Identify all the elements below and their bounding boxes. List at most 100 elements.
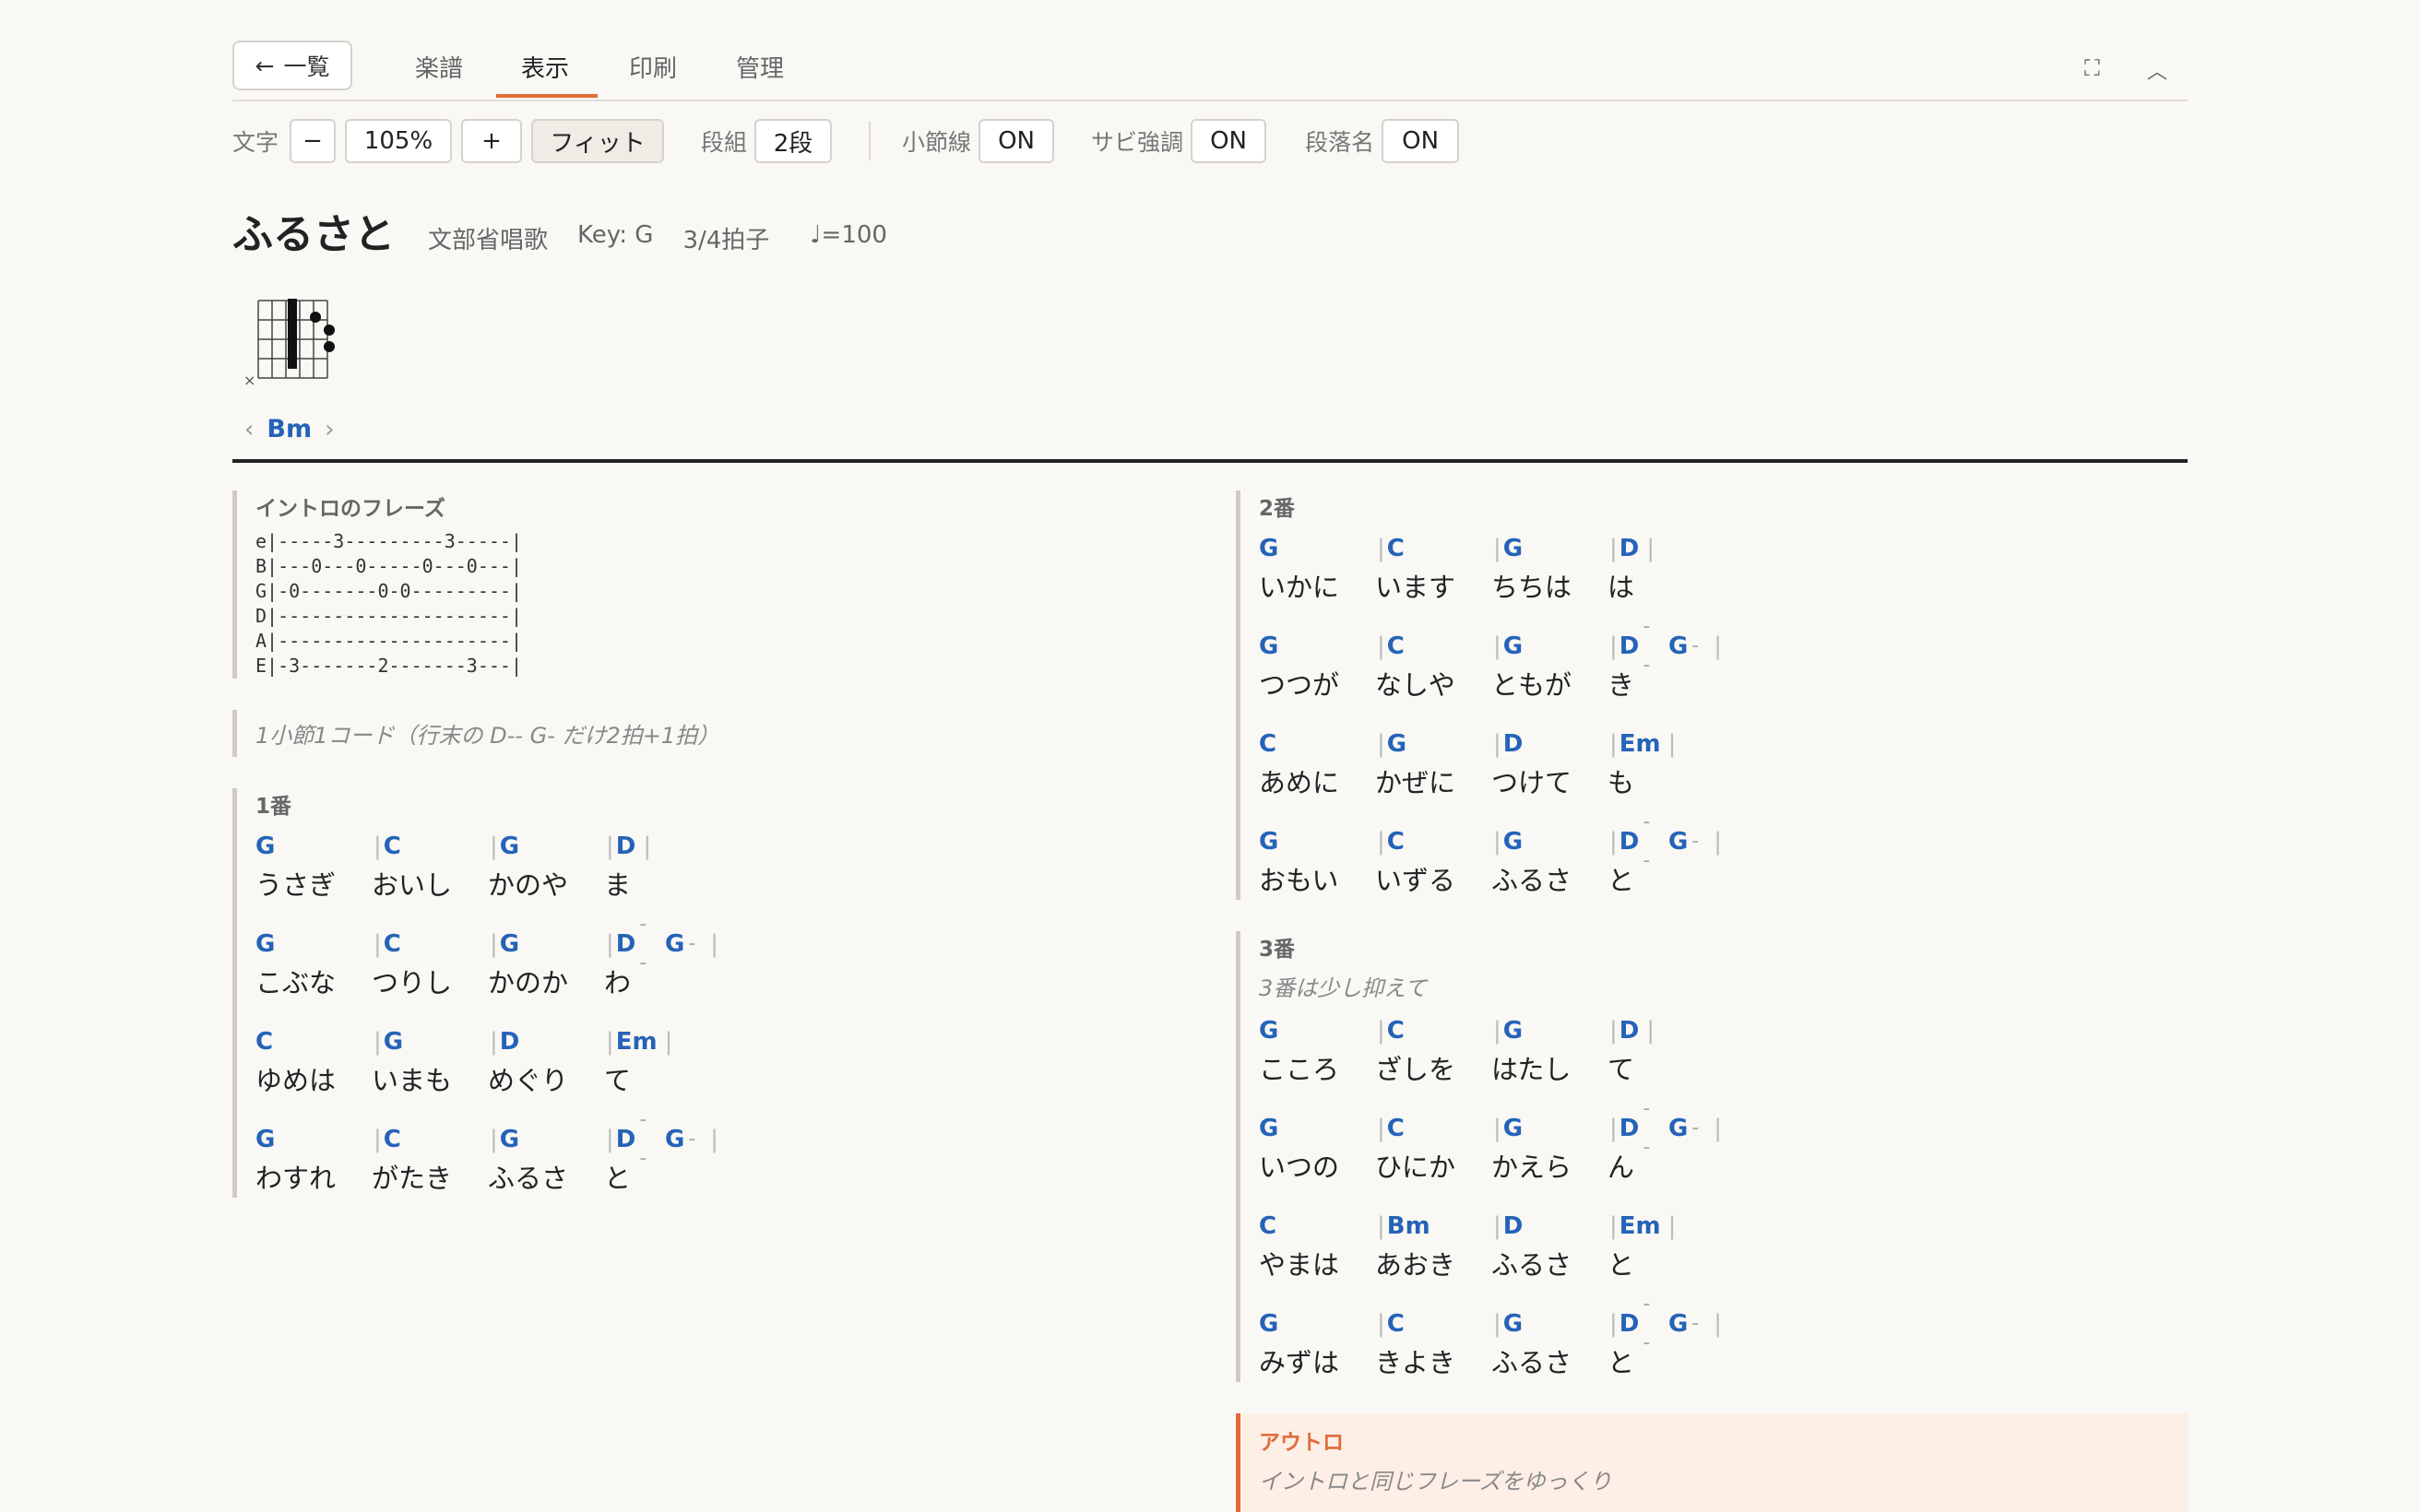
measure: | G いまも: [372, 1022, 488, 1100]
fullscreen-icon[interactable]: ⛶: [2084, 55, 2100, 81]
song-author: 文部省唱歌: [428, 227, 549, 254]
bar-line: |: [1493, 535, 1501, 562]
bar-line: |: [1667, 1212, 1677, 1240]
beat-marker: --: [1643, 810, 1651, 872]
columns-select[interactable]: 2段: [754, 119, 833, 163]
chord-name: G: [1259, 632, 1279, 660]
chord-name: C: [1386, 828, 1405, 856]
font-decrease-button[interactable]: −: [290, 119, 337, 163]
measure: C やまは: [1259, 1207, 1375, 1284]
chord-row: | D -- G - |: [1607, 1097, 1724, 1159]
chevron-up-icon[interactable]: ︿: [2147, 55, 2167, 85]
chord-row: | G: [1491, 529, 1607, 568]
chord-row: G: [1259, 1109, 1375, 1148]
beat-marker: --: [1643, 1097, 1651, 1159]
chord-row: C: [255, 1022, 372, 1061]
lyric-line: G つつが | C なしや | G ともが | D -- G - | き: [1259, 615, 2188, 704]
section-heading: アウトロ: [1259, 1431, 1344, 1455]
lyric-text: ふるさ: [1491, 1347, 1572, 1378]
lyric-line: G いかに | C います | G ちちは | D | は: [1259, 529, 2188, 607]
verse-3: 3番 3番は少し抑えて G こころ | C ざしを | G はたし | D | て G いつの | C ひにか |…: [1236, 931, 2188, 1382]
lyric-text: きよき: [1375, 1347, 1456, 1378]
chord-name: Bm: [1386, 1212, 1430, 1240]
beat-marker: -: [688, 1128, 696, 1151]
chord-name: G: [1386, 730, 1407, 758]
bar-line: |: [1609, 632, 1618, 660]
measure: | G ふるさ: [1491, 822, 1607, 900]
bar-line: |: [1377, 1310, 1385, 1338]
chord-row: | Bm: [1375, 1207, 1491, 1246]
fit-button[interactable]: フィット: [531, 119, 665, 163]
measure: G おもい: [1259, 822, 1375, 900]
right-column: 2番 G いかに | C います | G ちちは | D | は G つつが | C なしや | G ともが | D -- G…: [1236, 490, 2188, 1512]
chord-name: G: [383, 1028, 404, 1056]
lyric-text: と: [1607, 865, 1635, 896]
tab-print[interactable]: 印刷: [629, 50, 677, 84]
tab-score[interactable]: 楽譜: [415, 50, 463, 84]
outro-section: アウトロ イントロと同じフレーズをゆっくり G | C | G | D | G: [1236, 1413, 2188, 1512]
chevron-left-icon[interactable]: ‹: [244, 416, 254, 443]
lyric-text: ふるさ: [488, 1163, 569, 1194]
beat-marker: -: [1691, 830, 1700, 853]
measure: | C います: [1375, 529, 1491, 607]
font-increase-button[interactable]: +: [461, 119, 523, 163]
section-name-toggle[interactable]: ON: [1382, 119, 1460, 163]
section-heading: 1番: [255, 795, 292, 819]
measure: G わすれ: [255, 1120, 372, 1198]
lyric-text: やまは: [1259, 1249, 1340, 1281]
measure: | G ふるさ: [488, 1120, 604, 1198]
chord-row: | C: [372, 1120, 488, 1159]
bar-line: |: [1335, 1508, 1344, 1512]
beat-marker: -: [1691, 634, 1700, 657]
lyric-text: あおき: [1375, 1249, 1456, 1281]
tab-display[interactable]: 表示: [521, 50, 569, 84]
beat-marker: --: [639, 913, 647, 975]
bar-line: |: [1646, 1017, 1655, 1045]
bar-line: |: [710, 1126, 718, 1153]
chevron-right-icon[interactable]: ›: [325, 416, 334, 443]
measure: G いつの: [1259, 1109, 1375, 1187]
chord-row: | D -- G - |: [1607, 1293, 1724, 1354]
chord-diagram: ×: [243, 299, 335, 385]
bar-line: |: [490, 833, 498, 860]
bar-line: |: [710, 930, 718, 958]
lyric-text: めぐり: [488, 1065, 569, 1096]
zoom-value: 105%: [345, 119, 453, 163]
chord-row: | C: [1375, 822, 1491, 861]
lyric-line: G おもい | C いずる | G ふるさ | D -- G - | と: [1259, 810, 2188, 900]
left-column: イントロのフレーズ e|-----3---------3-----| B|---…: [232, 490, 1201, 1229]
bar-line: |: [1377, 632, 1385, 660]
lyric-text: ふるさ: [1491, 865, 1572, 896]
barline-toggle[interactable]: ON: [979, 119, 1055, 163]
lyric-text: あめに: [1259, 767, 1340, 798]
tab-manage[interactable]: 管理: [736, 50, 784, 84]
chord-name: G: [499, 833, 520, 860]
chord-name: G: [255, 1126, 276, 1153]
bar-line: |: [490, 1028, 498, 1056]
chord-name: G: [1667, 632, 1689, 660]
chord-name: G: [1259, 1115, 1279, 1142]
bar-line: |: [1714, 1310, 1722, 1338]
chord-row: | G: [1491, 1109, 1607, 1148]
beat-marker: --: [1643, 615, 1651, 677]
chorus-highlight-toggle[interactable]: ON: [1191, 119, 1267, 163]
bar-line: |: [1291, 1508, 1299, 1512]
bar-line: |: [1609, 1212, 1618, 1240]
toolbar-divider: [869, 122, 872, 160]
measure: | D | ま: [604, 827, 720, 904]
measure: | D -- G - | わ: [604, 913, 720, 1002]
chord-name: G: [1259, 1508, 1278, 1512]
lyric-text: も: [1607, 767, 1635, 798]
chord-row: | C: [372, 925, 488, 963]
lyric-text: は: [1607, 572, 1635, 603]
chord-name: D: [1619, 632, 1640, 660]
back-button[interactable]: ← 一覧: [232, 41, 352, 90]
chord-row: | D: [488, 1022, 604, 1061]
lyric-text: と: [604, 1163, 632, 1194]
bar-line: |: [1493, 1310, 1501, 1338]
bar-line: |: [1493, 730, 1501, 758]
chord-row: | C: [1375, 529, 1491, 568]
bar-line: |: [1377, 1212, 1385, 1240]
measure: | C なしや: [1375, 627, 1491, 704]
chord-name: G: [1667, 1115, 1689, 1142]
